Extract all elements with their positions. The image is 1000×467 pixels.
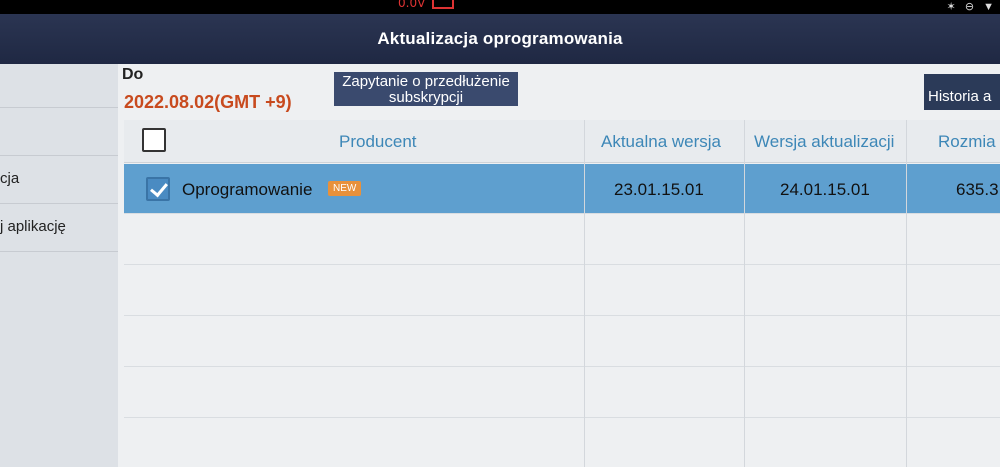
sidebar-item-label: cja — [0, 170, 20, 187]
column-divider — [584, 120, 585, 467]
table-header: Producent Aktualna wersja Wersja aktuali… — [124, 120, 1000, 163]
table-row-empty — [124, 317, 1000, 367]
new-badge: NEW — [328, 181, 362, 196]
column-header-size[interactable]: Rozmia — [938, 132, 996, 152]
sidebar-item-4[interactable]: j aplikację — [0, 204, 128, 252]
column-divider — [906, 120, 907, 467]
voltage-readout: 0.0V — [398, 0, 426, 10]
table-row-empty — [124, 368, 1000, 418]
page-title: Aktualizacja oprogramowania — [377, 29, 623, 48]
column-header-update-version[interactable]: Wersja aktualizacji — [754, 132, 894, 152]
current-version-cell: 23.01.15.01 — [614, 180, 704, 199]
expiry-date: 2022.08.02(GMT +9) — [124, 92, 292, 112]
renew-subscription-button[interactable]: Zapytanie o przedłużenie subskrypcji — [334, 72, 518, 106]
table-row-empty — [124, 419, 1000, 467]
sidebar: cja j aplikację — [0, 64, 128, 467]
table-row-empty — [124, 215, 1000, 265]
main-panel: Do 2022.08.02(GMT +9) Zapytanie o przedł… — [118, 64, 1000, 467]
column-divider — [744, 120, 745, 467]
sidebar-item-label: j aplikację — [0, 218, 66, 235]
bluetooth-icon: ✶ — [946, 1, 956, 13]
select-all-checkbox[interactable] — [142, 128, 166, 152]
table-row[interactable]: Oprogramowanie NEW 23.01.15.01 24.01.15.… — [124, 164, 1000, 214]
wifi-icon: ▼ — [983, 1, 994, 13]
column-header-current-version[interactable]: Aktualna wersja — [601, 132, 721, 152]
column-header-producer[interactable]: Producent — [339, 132, 417, 152]
size-cell: 635.3 — [956, 180, 999, 199]
update-table: Producent Aktualna wersja Wersja aktuali… — [124, 120, 1000, 467]
sidebar-item-2[interactable] — [0, 108, 128, 156]
producer-cell: Oprogramowanie — [182, 180, 313, 199]
expiry-label: Do — [122, 66, 144, 83]
title-bar: Aktualizacja oprogramowania — [0, 14, 1000, 64]
sidebar-item-1[interactable] — [0, 64, 128, 108]
battery-icon — [432, 0, 454, 9]
system-icons: ✶ ⊖ ▼ — [941, 0, 994, 13]
status-bar: 0.0V ✶ ⊖ ▼ — [0, 0, 1000, 14]
history-button[interactable]: Historia a — [924, 74, 1000, 110]
row-checkbox[interactable] — [146, 177, 170, 201]
update-version-cell: 24.01.15.01 — [780, 180, 870, 199]
sidebar-item-3[interactable]: cja — [0, 156, 128, 204]
table-row-empty — [124, 266, 1000, 316]
do-not-disturb-icon: ⊖ — [964, 1, 975, 13]
